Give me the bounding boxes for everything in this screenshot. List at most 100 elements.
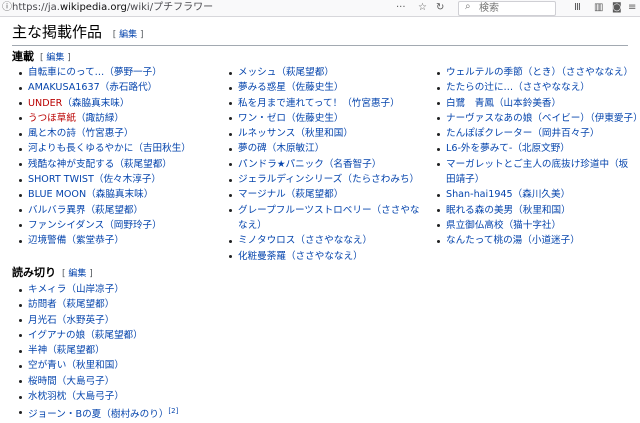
author-link[interactable]: （北原文野）: [512, 143, 570, 154]
author-link[interactable]: （萩尾望都）: [86, 205, 144, 216]
work-title-link[interactable]: ナーヴァスなあの娘（ベイビー）: [446, 113, 590, 124]
work-title-link[interactable]: マーガレットとご主人の底抜け珍道中: [446, 159, 609, 170]
author-link[interactable]: （ささやななえ）: [513, 82, 590, 93]
author-link[interactable]: （吉田秋生）: [133, 143, 191, 154]
work-title-link[interactable]: 自転車にのって…: [28, 67, 104, 78]
work-title-link[interactable]: 水枕羽枕: [28, 391, 66, 402]
author-link[interactable]: （樹村みのり）: [101, 410, 168, 421]
work-title-link[interactable]: ジョーン・Bの夏: [28, 410, 101, 421]
work-title-link[interactable]: ルネッサンス: [238, 128, 295, 139]
work-title-link[interactable]: 半神: [28, 345, 47, 356]
author-link[interactable]: （木原敏江）: [267, 143, 325, 154]
work-title-link[interactable]: グレープフルーツストロベリー: [238, 205, 372, 216]
author-link[interactable]: （ささやななえ）: [286, 251, 363, 262]
author-link[interactable]: （伊東愛子）: [590, 113, 640, 124]
work-title-link[interactable]: たんぽぽクレーター: [446, 128, 532, 139]
author-link[interactable]: （秋里和国）: [295, 128, 353, 139]
author-link[interactable]: （大島弓子）: [66, 391, 124, 402]
author-link[interactable]: （竹宮惠子）: [342, 98, 400, 109]
author-link[interactable]: （名香智子）: [324, 159, 382, 170]
work-title-link[interactable]: キメィラ: [28, 284, 66, 295]
work-title-link[interactable]: たたらの辻に…: [446, 82, 513, 93]
author-link[interactable]: （赤石路代）: [100, 82, 158, 93]
work-title-link[interactable]: 桜時間: [28, 376, 57, 387]
section-edit-link[interactable]: 編集: [119, 30, 137, 40]
author-link[interactable]: （山岸凉子）: [66, 284, 124, 295]
author-link[interactable]: （佐々木淳子）: [94, 174, 161, 185]
author-link[interactable]: （たらさわみち）: [342, 174, 419, 185]
work-title-link[interactable]: 白鷺 青鳳: [446, 98, 494, 109]
work-title-link[interactable]: 眠れる森の美男: [446, 205, 513, 216]
footnote-link[interactable]: [2]: [168, 407, 178, 415]
author-link[interactable]: （萩尾望都）: [286, 189, 344, 200]
author-link[interactable]: （岡野玲子）: [104, 220, 162, 231]
author-link[interactable]: （森川久美）: [513, 189, 571, 200]
work-title-link[interactable]: 県立御仏高校: [446, 220, 504, 231]
author-link[interactable]: （秋里和国）: [66, 360, 124, 371]
author-link[interactable]: （小道迷子）: [522, 235, 580, 246]
author-link[interactable]: （岡井百々子）: [532, 128, 599, 139]
more-icon[interactable]: ···: [396, 1, 406, 15]
work-title-link[interactable]: 辺境警備: [28, 235, 66, 246]
menu-icon[interactable]: ≡: [628, 1, 636, 15]
work-title-link[interactable]: ジェラルディンシリーズ: [238, 174, 342, 185]
work-title-link[interactable]: ワン・ゼロ: [238, 113, 286, 124]
author-link[interactable]: （ささやななえ）: [295, 235, 372, 246]
search-input[interactable]: 検索: [479, 2, 499, 15]
work-title-link[interactable]: マージナル: [238, 189, 286, 200]
work-title-link[interactable]: SHORT TWIST: [28, 174, 94, 185]
info-icon[interactable]: ⓘ: [2, 1, 12, 15]
work-title-link[interactable]: ミノタウロス: [238, 235, 295, 246]
work-title-link[interactable]: 河よりも長くゆるやかに: [28, 143, 133, 154]
work-title-link[interactable]: L6-外を夢みて-: [446, 143, 512, 154]
work-title-link[interactable]: 空が青い: [28, 360, 66, 371]
work-title-link[interactable]: ファンシイダンス: [28, 220, 104, 231]
work-title-link[interactable]: 夢みる惑星: [238, 82, 286, 93]
work-title-link[interactable]: UNDER: [28, 98, 62, 109]
bookmark-icon[interactable]: ☆: [418, 1, 427, 15]
author-link[interactable]: （紫堂恭子）: [66, 235, 124, 246]
work-title-link[interactable]: バルバラ異界: [28, 205, 86, 216]
work-title-link[interactable]: ウェルテルの季節（とき）: [446, 67, 561, 78]
work-title-link[interactable]: 風と木の詩: [28, 128, 76, 139]
author-link[interactable]: （森脇真末味）: [62, 98, 129, 109]
author-link[interactable]: （ささやななえ）: [561, 67, 633, 78]
author-link[interactable]: （佐藤史生）: [286, 113, 344, 124]
author-link[interactable]: （萩尾望都）: [114, 159, 172, 170]
author-link[interactable]: （秋里和国）: [513, 205, 571, 216]
work-title-link[interactable]: 夢の碑: [238, 143, 267, 154]
library-icon[interactable]: Ⅲ: [574, 1, 581, 15]
author-link[interactable]: （山本鈴美香）: [494, 98, 561, 109]
search-box[interactable]: ⌕ 検索: [458, 1, 556, 16]
work-title-link[interactable]: AMAKUSA1637: [28, 82, 100, 93]
author-link[interactable]: （萩尾望都）: [85, 330, 143, 341]
work-title-link[interactable]: メッシュ: [238, 67, 276, 78]
address-bar[interactable]: https://ja.wikipedia.org/wiki/プチフラワー: [12, 1, 213, 15]
author-link[interactable]: （佐藤史生）: [286, 82, 344, 93]
author-link[interactable]: （萩尾望都）: [47, 345, 105, 356]
work-title-link[interactable]: うつほ草紙: [28, 113, 76, 124]
author-link[interactable]: （夢野一子）: [104, 67, 162, 78]
work-title-link[interactable]: 残酷な神が支配する: [28, 159, 114, 170]
work-title-link[interactable]: 私を月まで連れてって！: [238, 98, 342, 109]
work-title-link[interactable]: 訪問者: [28, 299, 57, 310]
work-title-link[interactable]: 月光石: [28, 315, 57, 326]
author-link[interactable]: （森脇真末味）: [86, 189, 153, 200]
work-title-link[interactable]: Shan-hai1945: [446, 189, 513, 200]
author-link[interactable]: （諏訪緑）: [76, 113, 124, 124]
sidebar-icon[interactable]: ▥: [594, 1, 603, 15]
reload-icon[interactable]: ↻: [436, 1, 444, 15]
oneshot-edit-link[interactable]: 編集: [68, 269, 86, 279]
work-title-link[interactable]: BLUE MOON: [28, 189, 86, 200]
pocket-icon[interactable]: ◙: [612, 1, 622, 15]
author-link[interactable]: （竹宮惠子）: [76, 128, 134, 139]
work-title-link[interactable]: イグアナの娘: [28, 330, 85, 341]
serial-edit-link[interactable]: 編集: [46, 53, 64, 63]
author-link[interactable]: （猫十字社）: [504, 220, 562, 231]
work-title-link[interactable]: パンドラ★パニック: [238, 159, 324, 170]
author-link[interactable]: （萩尾望都）: [276, 67, 334, 78]
author-link[interactable]: （水野英子）: [57, 315, 115, 326]
work-title-link[interactable]: なんたって桃の湯: [446, 235, 522, 246]
author-link[interactable]: （萩尾望都）: [57, 299, 115, 310]
author-link[interactable]: （大島弓子）: [57, 376, 115, 387]
